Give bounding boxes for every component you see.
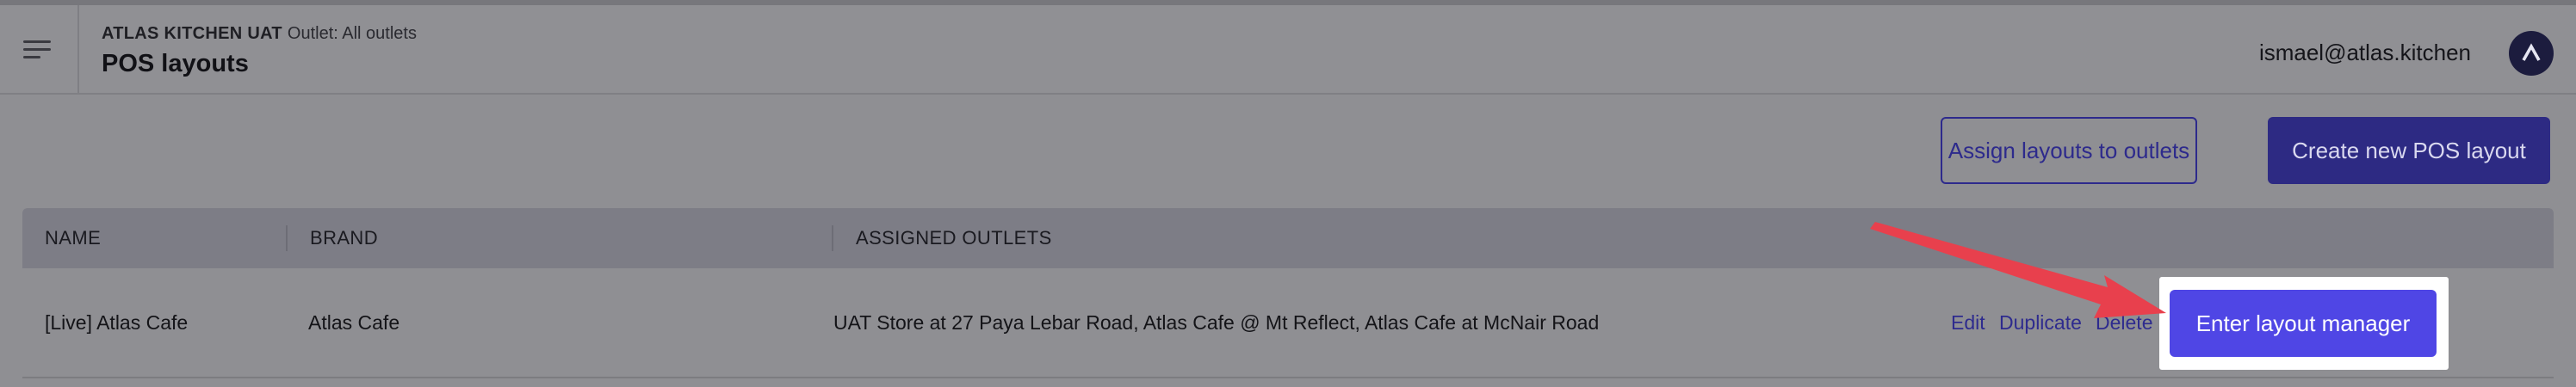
enter-layout-manager-button[interactable]: Enter layout manager [2170,290,2437,357]
layout-name: [Live] Atlas Cafe [45,311,189,334]
layout-brand: Atlas Cafe [308,311,400,334]
column-header-name: NAME [45,227,102,249]
top-header: ATLAS KITCHEN UAT Outlet: All outlets POS… [0,0,2576,95]
page-title: POS layouts [102,50,249,77]
column-header-brand: BRAND [286,225,378,251]
duplicate-link[interactable]: Duplicate [1999,311,2082,335]
edit-link[interactable]: Edit [1951,311,1985,335]
user-email[interactable]: ismael@atlas.kitchen [2259,40,2471,66]
org-line: ATLAS KITCHEN UAT Outlet: All outlets [102,24,417,44]
column-header-assigned-outlets: ASSIGNED OUTLETS [832,225,1052,251]
delete-link[interactable]: Delete [2096,311,2152,335]
menu-icon [23,40,54,59]
avatar[interactable] [2509,31,2554,76]
org-name: ATLAS KITCHEN UAT [102,24,282,43]
menu-button[interactable] [0,5,79,95]
atlas-logo-icon [2522,43,2541,61]
assign-layouts-button[interactable]: Assign layouts to outlets [1941,117,2197,184]
outlet-filter-label[interactable]: Outlet: All outlets [288,24,417,43]
layout-assigned-outlets: UAT Store at 27 Paya Lebar Road, Atlas C… [833,311,1600,334]
create-pos-layout-button[interactable]: Create new POS layout [2268,117,2550,184]
table-header: NAME BRAND ASSIGNED OUTLETS [22,208,2554,268]
